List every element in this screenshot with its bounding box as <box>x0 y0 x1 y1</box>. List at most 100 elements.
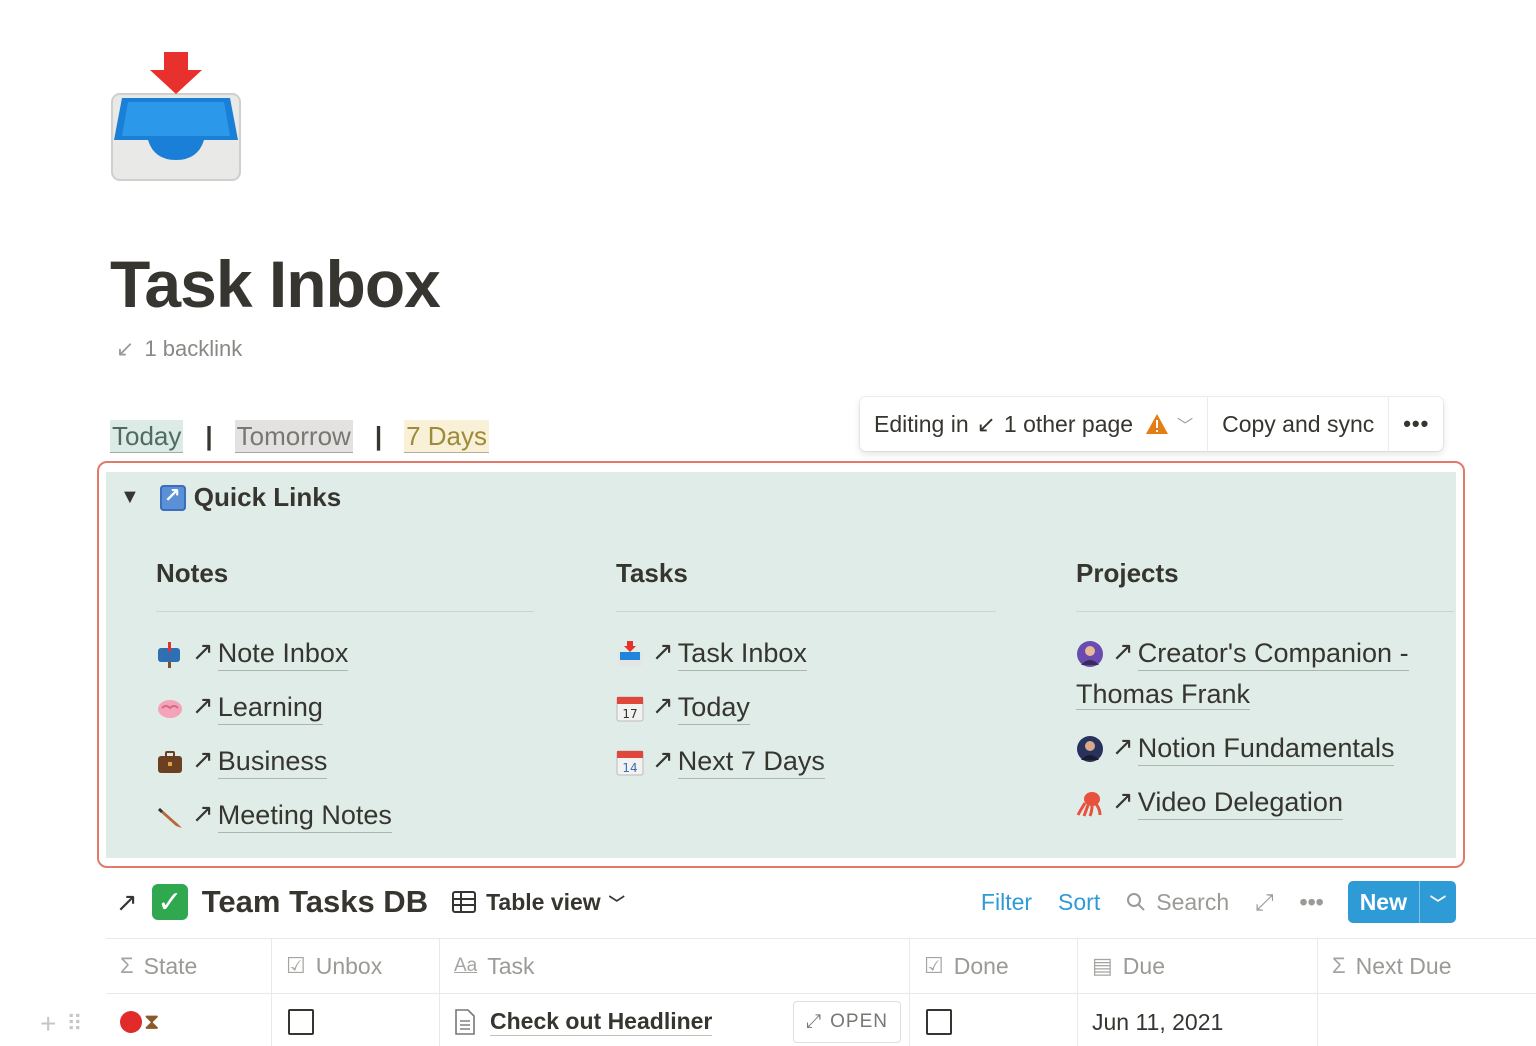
calendar-icon: ▤ <box>1092 953 1113 978</box>
sigma-icon: Σ <box>120 953 134 978</box>
more-options-button[interactable]: ••• <box>1388 397 1443 451</box>
sort-button[interactable]: Sort <box>1058 889 1100 916</box>
chevron-down-icon: ﹀ <box>1177 418 1194 435</box>
page-title[interactable]: Task Inbox <box>110 246 441 322</box>
link-arrow-icon: ↗ <box>192 744 214 774</box>
quick-link-business[interactable]: ↗ Business <box>156 744 534 798</box>
database-title[interactable]: Team Tasks DB <box>202 884 428 920</box>
quick-link-next-7-days[interactable]: 14 ↗ Next 7 Days <box>616 744 996 798</box>
column-heading: Notes <box>156 558 534 612</box>
search-button[interactable]: Search <box>1126 889 1229 916</box>
column-header-due[interactable]: ▤ Due <box>1078 939 1318 993</box>
column-header-state[interactable]: Σ State <box>106 939 272 993</box>
avatar-icon <box>1077 736 1103 762</box>
quick-link-today[interactable]: 17 ↗ Today <box>616 690 996 744</box>
quick-link-notion-fundamentals[interactable]: ↗ Notion Fundamentals <box>1076 731 1454 785</box>
link-label: Next 7 Days <box>677 744 825 779</box>
octopus-icon <box>1076 792 1102 817</box>
column-header-unbox[interactable]: ☑ Unbox <box>272 939 440 993</box>
projects-column: Projects ↗ Creator's Companion - Thomas … <box>1076 558 1454 839</box>
warning-icon <box>1146 414 1169 434</box>
tasks-table: Σ State ☑ Unbox Aa Task ☑ Done ▤ Due Σ Next Du… <box>106 938 1536 1046</box>
link-7-days[interactable]: 7 Days <box>404 420 490 453</box>
column-label: State <box>143 952 198 979</box>
other-page-label: 1 other page <box>1003 410 1134 437</box>
backlink-button[interactable]: ↙ 1 backlink <box>116 336 242 362</box>
quick-link-creators-companion[interactable]: ↗ Creator's Companion - Thomas Frank <box>1076 636 1454 711</box>
link-label: Meeting Notes <box>217 798 392 833</box>
hourglass-icon: ⧗ <box>144 1009 160 1034</box>
avatar-icon <box>1077 641 1103 667</box>
quick-link-video-delegation[interactable]: ↗ Video Delegation <box>1076 785 1454 839</box>
link-arrow-icon: ↗ <box>192 690 214 720</box>
cell-state: ⧗ <box>106 994 272 1046</box>
done-checkbox[interactable] <box>926 1009 952 1035</box>
cell-next-due[interactable] <box>1318 994 1536 1046</box>
new-button[interactable]: New ﹀ <box>1347 881 1456 923</box>
link-arrow-icon: ↗ <box>192 636 214 666</box>
expand-arrow-icon: ⤢ <box>805 1011 823 1032</box>
nav-separator: | <box>374 421 383 451</box>
add-row-icon[interactable]: + <box>40 1008 56 1040</box>
link-arrow-icon: ↗ <box>1112 785 1134 815</box>
expand-icon[interactable]: ⤢ <box>1255 889 1273 916</box>
link-arrow-icon: ↗ <box>1112 636 1134 666</box>
notes-column: Notes ↗ Note Inbox ↗ Learning ↗ Business… <box>156 558 534 852</box>
table-icon <box>452 891 477 913</box>
column-header-task[interactable]: Aa Task <box>440 939 910 993</box>
briefcase-icon <box>158 751 182 773</box>
svg-text:14: 14 <box>622 761 637 775</box>
cell-due[interactable]: Jun 11, 2021 <box>1078 994 1318 1046</box>
link-label: Thomas Frank <box>1076 679 1251 710</box>
backlink-label: 1 backlink <box>144 336 243 361</box>
link-arrow-icon: ↗ <box>1112 731 1134 761</box>
quick-link-meeting-notes[interactable]: ↗ Meeting Notes <box>156 798 534 852</box>
quick-links-toggle[interactable]: ▼ Quick Links <box>120 482 341 513</box>
chevron-down-icon[interactable]: ﹀ <box>1418 881 1456 923</box>
quick-link-learning[interactable]: ↗ Learning <box>156 690 534 744</box>
unbox-checkbox[interactable] <box>288 1009 314 1035</box>
view-selector[interactable]: Table view ﹀ <box>452 889 625 916</box>
more-options-icon[interactable]: ••• <box>1300 889 1324 916</box>
up-right-arrow-box-icon <box>159 483 186 511</box>
table-header-row: Σ State ☑ Unbox Aa Task ☑ Done ▤ Due Σ Next Du… <box>106 938 1536 994</box>
column-label: Next Due <box>1355 952 1452 979</box>
filter-button[interactable]: Filter <box>981 889 1032 916</box>
column-label: Done <box>953 952 1009 979</box>
copy-and-sync-button[interactable]: Copy and sync <box>1207 397 1388 451</box>
database-header: ↗ ✓ Team Tasks DB Table view ﹀ Filter So… <box>116 880 1456 924</box>
editing-in-button[interactable]: Editing in ↙ 1 other page ﹀ <box>860 397 1207 451</box>
link-label: Video Delegation <box>1137 785 1343 820</box>
cell-task[interactable]: Check out Headliner ⤢ OPEN <box>440 994 910 1046</box>
column-header-done[interactable]: ☑ Done <box>910 939 1078 993</box>
column-label: Unbox <box>315 952 383 979</box>
link-arrow-icon: ↗ <box>652 690 674 720</box>
triangle-down-icon[interactable]: ▼ <box>120 486 140 509</box>
arrow-down-left-icon: ↙ <box>976 410 996 437</box>
linked-db-arrow-icon[interactable]: ↗ <box>116 887 138 918</box>
drag-handle-icon[interactable]: ⠿ <box>66 1011 82 1037</box>
pencil-icon <box>158 808 182 828</box>
text-aa-icon: Aa <box>454 955 478 976</box>
link-today[interactable]: Today <box>110 420 184 453</box>
column-label: Due <box>1122 952 1165 979</box>
task-name[interactable]: Check out Headliner <box>490 1008 713 1036</box>
quick-link-note-inbox[interactable]: ↗ Note Inbox <box>156 636 534 690</box>
svg-text:17: 17 <box>622 707 637 721</box>
link-tomorrow[interactable]: Tomorrow <box>234 420 353 453</box>
open-button[interactable]: ⤢ OPEN <box>792 1001 901 1043</box>
quick-link-task-inbox[interactable]: ↗ Task Inbox <box>616 636 996 690</box>
row-handles: + ⠿ <box>40 1008 83 1040</box>
column-heading: Projects <box>1076 558 1454 612</box>
table-row[interactable]: ⧗ Check out Headliner ⤢ OPEN Jun 11, 202… <box>106 994 1536 1046</box>
search-icon <box>1127 893 1145 911</box>
calendar-14-icon: 14 <box>616 750 644 776</box>
checkbox-icon: ☑ <box>924 953 944 978</box>
column-header-next-due[interactable]: Σ Next Due <box>1318 939 1536 993</box>
editing-in-label: Editing in <box>874 410 969 437</box>
red-circle-icon <box>120 1011 142 1033</box>
column-label: Task <box>487 952 535 979</box>
link-arrow-icon: ↗ <box>192 798 214 828</box>
inbox-tray-icon <box>618 641 642 666</box>
mailbox-icon <box>158 642 180 668</box>
